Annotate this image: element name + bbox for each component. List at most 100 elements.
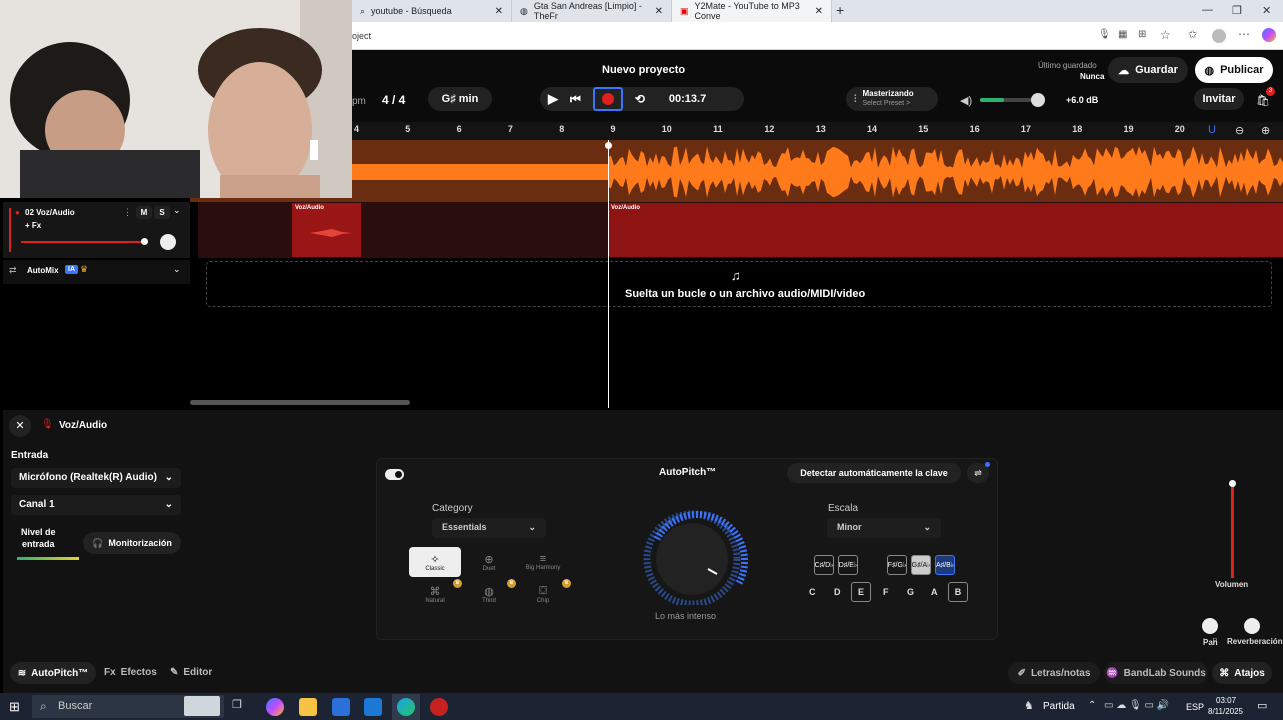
add-fx-button[interactable]: + Fx [25,221,41,230]
solo-button[interactable]: S [154,206,170,219]
copilot-icon[interactable] [266,698,284,716]
scale-select[interactable]: Minor ⌄ [827,518,941,538]
chevron-down-icon[interactable]: ⌄ [173,205,181,216]
mic-icon[interactable]: 🎙 [1098,29,1111,40]
tab-gta[interactable]: ◍ Gta San Andreas [Limpio] - TheFr ✕ [512,0,672,22]
file-explorer-icon[interactable] [299,698,317,716]
mail-icon[interactable] [364,698,382,716]
play-icon[interactable]: ▶ [548,91,558,107]
tab-autopitch[interactable]: ≋ AutoPitch™ [10,662,96,684]
note-f[interactable]: F [883,587,889,597]
note-d[interactable]: D [834,587,841,597]
bandlab-sounds-button[interactable]: ♒ BandLab Sounds [1104,662,1208,684]
horizontal-scrollbar[interactable] [190,400,410,405]
skip-back-icon[interactable]: ⏮ [570,92,581,107]
category-select[interactable]: Essentials ⌄ [432,518,546,538]
timeline-ruler[interactable]: 4 5 6 7 8 9 10 11 12 13 14 15 16 17 18 19 20 [190,122,1283,140]
close-icon[interactable]: ✕ [495,6,503,17]
intensity-knob[interactable] [629,505,755,605]
tab-editor[interactable]: ✎ Editor [170,667,212,678]
key-f-sharp[interactable]: F♯ / G♭ [887,555,907,575]
zoom-out-icon[interactable]: ⊖ [1235,124,1244,137]
audio-clip-recording[interactable]: Voz/Audio [608,203,1283,257]
store-icon[interactable] [332,698,350,716]
url-field[interactable]: oject [352,27,1252,45]
zoom-in-icon[interactable]: ⊕ [1261,124,1270,137]
magnet-icon[interactable]: U [1208,124,1216,136]
shortcuts-button[interactable]: ⌘ Atajos [1212,662,1272,684]
chevron-down-icon[interactable]: ⌄ [173,264,181,275]
maximize-icon[interactable]: ❐ [1232,4,1242,17]
key-g-sharp[interactable]: G♯ / A♭ [911,555,931,575]
track-lane[interactable]: Voz/Audio Voz/Audio [198,202,1283,258]
clock-time[interactable]: 03:07 [1216,696,1236,705]
channel-select[interactable]: Canal 1 ⌄ [11,495,181,515]
project-title[interactable]: Nuevo proyecto [602,64,685,76]
audio-clip[interactable]: Voz/Audio [292,203,361,257]
recorder-icon[interactable] [430,698,448,716]
reverb-knob[interactable] [1244,618,1260,634]
cart-icon[interactable]: 🛍 [1256,94,1270,107]
key-c-sharp[interactable]: C♯ / D♭ [814,555,834,575]
preset-duet[interactable]: ⊕ Duet [463,547,515,577]
mute-button[interactable]: M [136,206,152,219]
key-a-sharp[interactable]: A♯ / B♭ [935,555,955,575]
track-header[interactable]: ● 02 Voz/Audio ⋮ M S ⌄ + Fx [3,202,190,258]
volume-handle[interactable] [1031,93,1045,107]
record-button[interactable] [592,87,623,111]
windows-start-icon[interactable]: ⊞ [9,699,20,715]
key-button[interactable]: G♯ min [428,87,492,111]
tab-effects[interactable]: Fx Efectos [104,667,157,678]
save-button[interactable]: ☁ Guardar [1108,57,1188,83]
close-panel-button[interactable]: ✕ [9,415,31,437]
note-a[interactable]: A [931,587,938,597]
chevron-up-icon[interactable]: ⌃ [1088,700,1096,711]
master-volume-slider[interactable] [980,98,1038,102]
close-icon[interactable]: ✕ [815,6,823,17]
pan-knob[interactable] [1202,618,1218,634]
note-b[interactable]: B [948,582,968,602]
star-icon[interactable]: ☆ [1160,28,1171,42]
time-signature[interactable]: 4 / 4 [382,93,405,107]
track-menu-icon[interactable]: ⋮ [123,207,132,218]
loop-icon[interactable]: ⟲ [635,92,645,106]
tab-youtube-search[interactable]: ⌕ youtube - Búsqueda ✕ [352,0,512,22]
task-view-icon[interactable]: ❐ [232,698,250,716]
volume-fader-handle[interactable] [1229,480,1236,487]
minimize-icon[interactable]: — [1202,4,1213,16]
pan-knob[interactable] [160,234,176,250]
automix-row[interactable]: ⇄ AutoMix IA ♛ ⌄ [3,260,190,284]
chess-icon[interactable]: ♞ [1024,699,1034,712]
track-volume-handle[interactable] [141,238,148,245]
preset-big-harmony[interactable]: ≡ Big Harmony [517,547,569,577]
key-d-sharp[interactable]: D♯ / E♭ [838,555,858,575]
more-icon[interactable]: ⋯ [1238,27,1250,41]
track-name[interactable]: 02 Voz/Audio [25,208,75,217]
match-label[interactable]: Partida [1043,701,1075,712]
edge-icon[interactable] [397,698,415,716]
note-c[interactable]: C [809,587,816,597]
new-tab-button[interactable]: + [836,2,844,18]
note-e[interactable]: E [851,582,871,602]
playhead[interactable] [608,140,609,408]
drop-zone[interactable]: ♫ Suelta un bucle o un archivo audio/MID… [206,261,1272,307]
track-volume-slider[interactable] [21,241,143,243]
playhead-handle[interactable] [605,142,612,149]
publish-button[interactable]: ◍ Publicar [1195,57,1273,83]
qr-icon[interactable]: ▦ [1118,29,1127,40]
tray-icons[interactable]: ▭ ☁ 🎙 ▭ 🔊 [1104,700,1169,711]
monitoring-button[interactable]: 🎧 Monitorización [83,532,181,554]
speaker-icon[interactable]: ◀) [960,94,972,107]
favorites-icon[interactable]: ✩ [1188,28,1197,41]
copilot-icon[interactable] [1262,28,1276,42]
volume-fader[interactable] [1231,482,1234,578]
mastering-button[interactable]: ⫶ Masterizando Select Preset > [846,87,938,111]
lyrics-button[interactable]: ✐ Letras/notas [1008,662,1100,684]
close-icon[interactable]: ✕ [655,6,663,17]
window-close-icon[interactable]: ✕ [1262,4,1271,17]
app-icon[interactable]: ⊞ [1138,29,1146,40]
tab-y2mate[interactable]: ▣ Y2Mate - YouTube to MP3 Conve ✕ [672,0,832,22]
invite-button[interactable]: Invitar [1194,88,1244,110]
autopitch-toggle[interactable] [385,469,404,480]
detect-key-button[interactable]: Detectar automáticamente la clave [787,463,961,483]
